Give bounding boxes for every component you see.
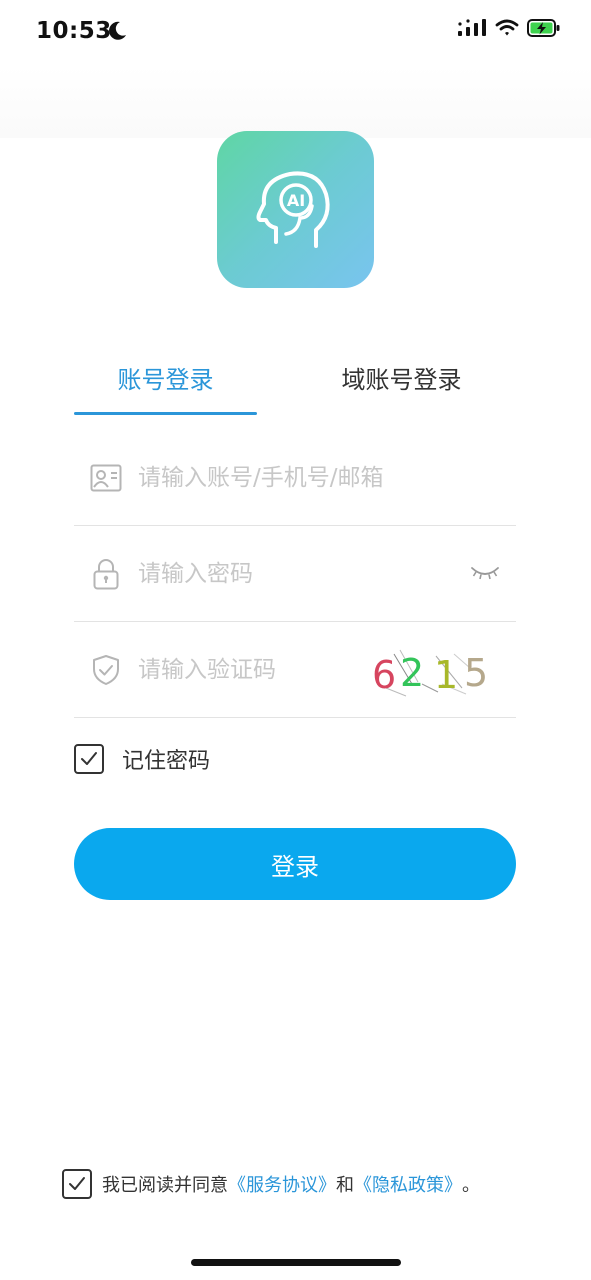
status-icons (457, 18, 561, 38)
ai-head-icon: AI (256, 170, 330, 248)
moon-icon (109, 21, 126, 40)
tab-account-login[interactable]: 账号登录 (74, 360, 257, 416)
signal-icon (458, 19, 486, 36)
remember-label: 记住密码 (122, 749, 211, 774)
privacy-policy-link[interactable]: 《隐私政策》 (354, 1171, 462, 1197)
battery-charging-icon (527, 19, 560, 37)
captcha-digit: 2 (400, 651, 424, 695)
remember-checkbox[interactable] (74, 744, 104, 774)
tab-domain-login[interactable]: 域账号登录 (309, 360, 494, 416)
shield-check-icon (90, 654, 122, 686)
home-indicator[interactable] (191, 1259, 401, 1266)
agreement-row: 我已阅读并同意 《服务协议》 和 《隐私政策》 。 (62, 1168, 480, 1200)
account-field-row (74, 430, 516, 526)
captcha-digit: 6 (372, 653, 396, 697)
status-bar: 10:53 (0, 0, 591, 66)
agreement-prefix: 我已阅读并同意 (102, 1175, 228, 1196)
login-tabs: 账号登录 域账号登录 (74, 360, 516, 416)
service-agreement-link[interactable]: 《服务协议》 (228, 1171, 336, 1197)
login-button[interactable]: 登录 (74, 828, 516, 900)
captcha-field-row: 6 2 1 5 (74, 622, 516, 718)
checkmark-icon (81, 752, 97, 765)
captcha-image[interactable]: 6 2 1 5 (366, 644, 496, 698)
app-logo: AI (217, 131, 374, 288)
header-spacer (0, 66, 591, 138)
lock-icon (90, 558, 122, 590)
checkmark-icon (69, 1177, 85, 1190)
captcha-input[interactable] (138, 642, 348, 698)
agreement-suffix: 。 (462, 1175, 480, 1196)
captcha-digit: 1 (434, 653, 458, 697)
id-card-icon (90, 462, 122, 494)
status-time: 10:53 (36, 18, 112, 44)
captcha-digit: 5 (464, 651, 488, 695)
password-input[interactable] (138, 546, 438, 602)
eye-closed-icon[interactable] (470, 562, 500, 582)
svg-text:AI: AI (286, 191, 304, 210)
wifi-icon (495, 19, 519, 36)
active-tab-indicator (74, 412, 257, 415)
account-input[interactable] (138, 450, 438, 506)
remember-password-toggle[interactable]: 记住密码 (74, 741, 210, 777)
password-field-row (74, 526, 516, 622)
agreement-checkbox[interactable] (62, 1169, 92, 1199)
agreement-connector: 和 (336, 1175, 354, 1196)
